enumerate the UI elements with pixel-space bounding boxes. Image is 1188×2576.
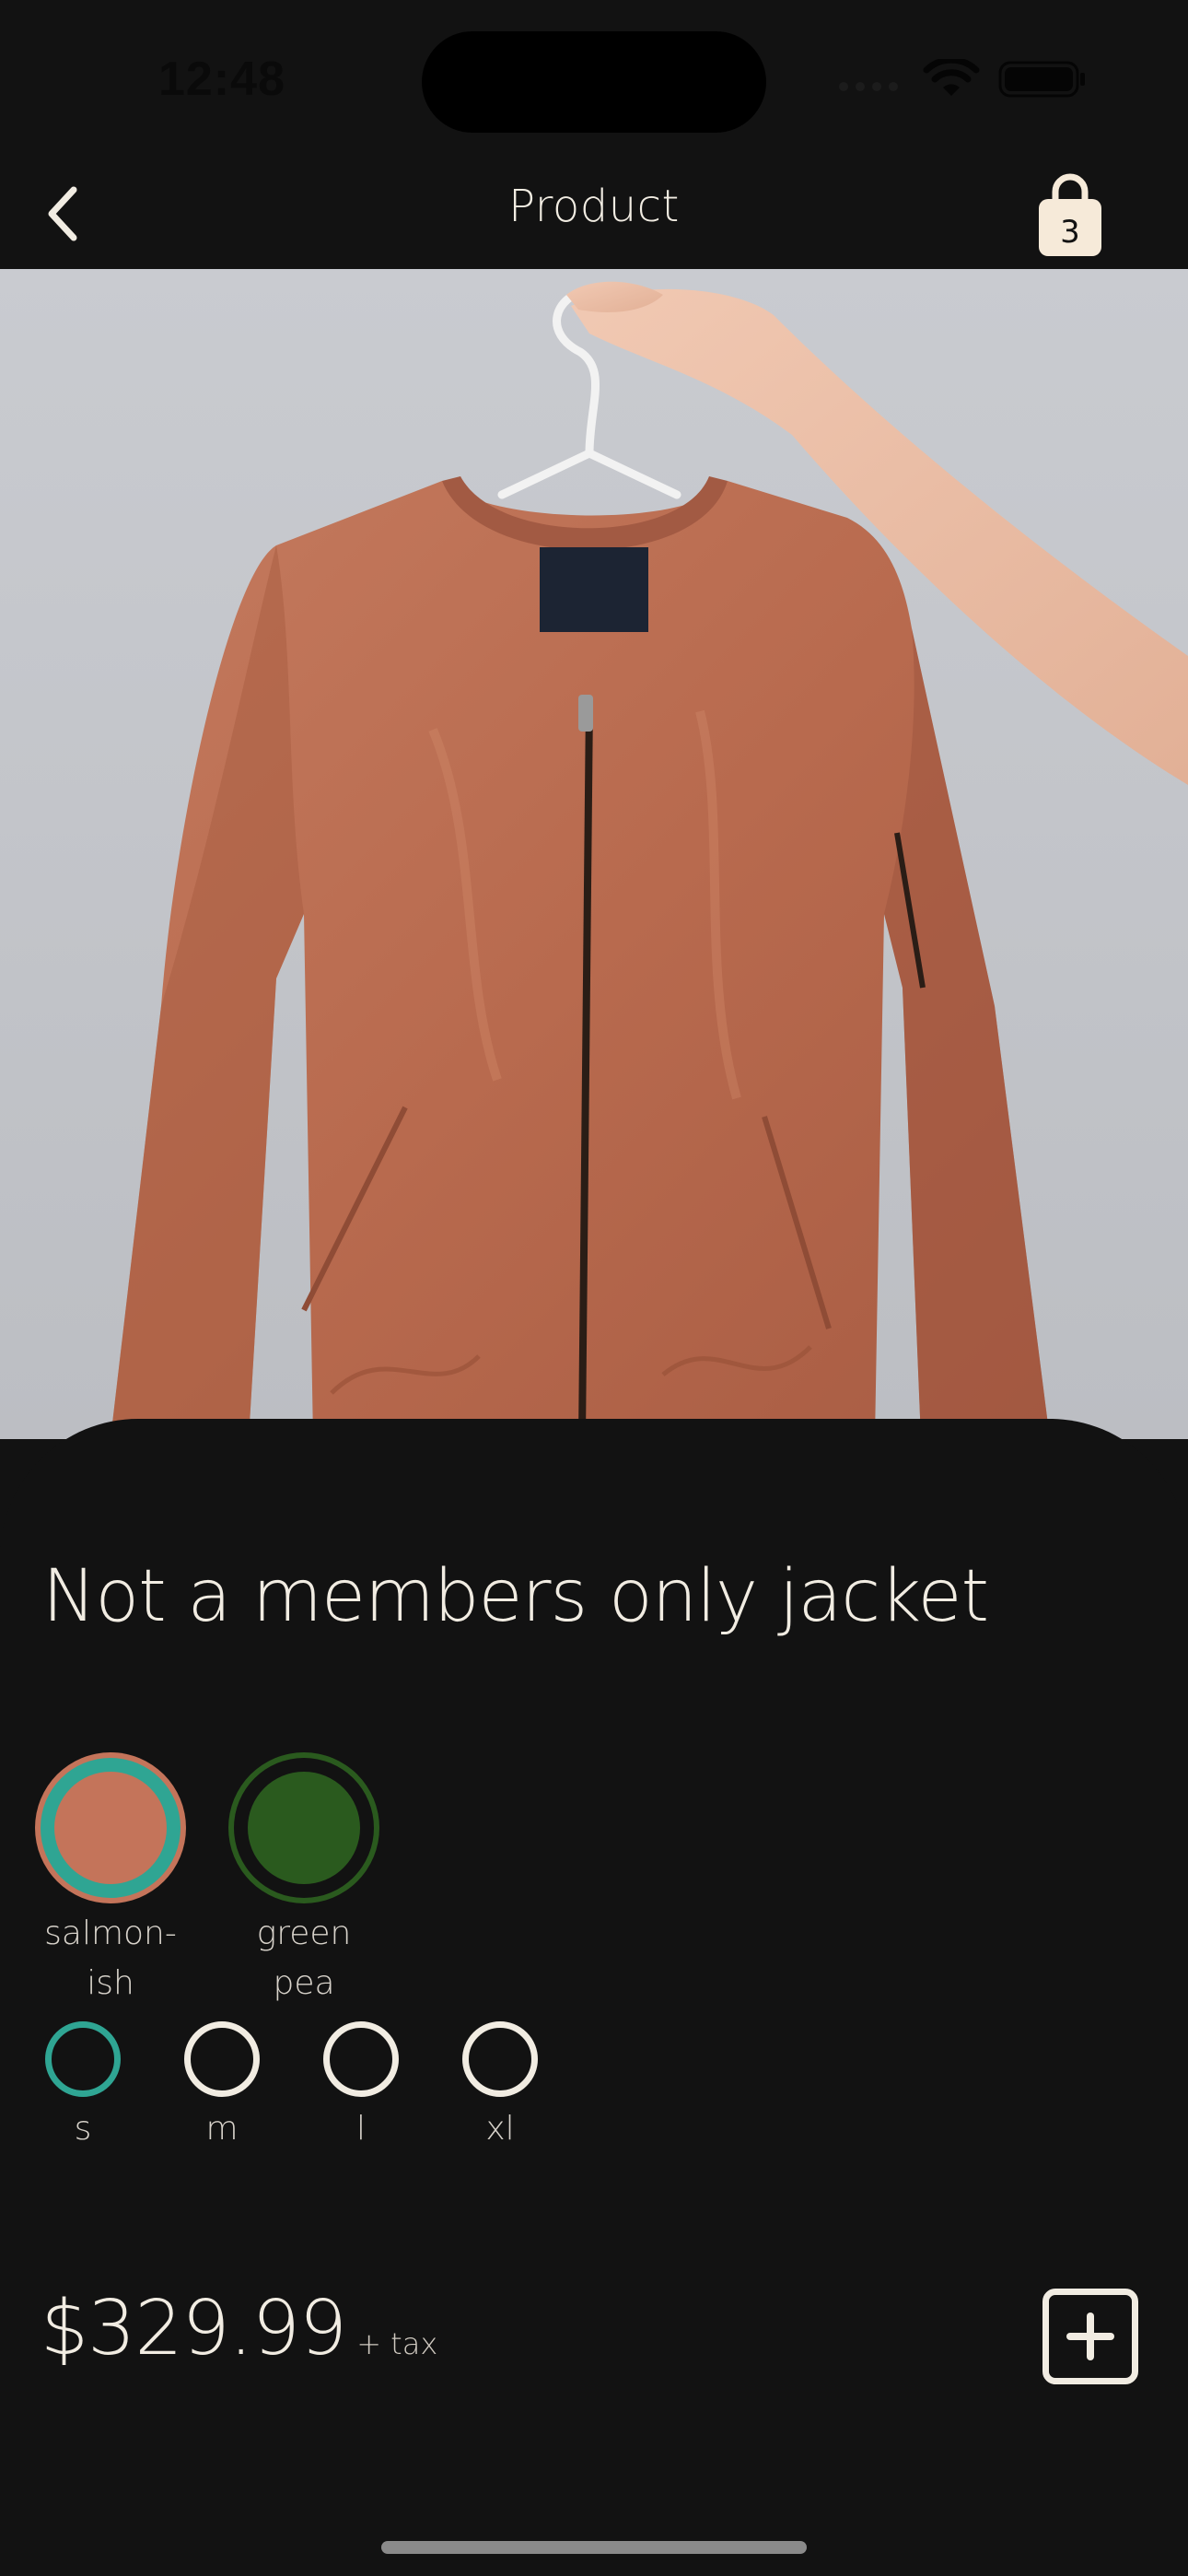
product-image (0, 269, 1188, 1439)
color-label-line1: salmon- (44, 1914, 177, 1952)
color-option-green-pea[interactable]: green pea (221, 1758, 387, 2008)
tax-note: + tax (356, 2326, 438, 2361)
cellular-signal-icon (839, 82, 898, 91)
home-indicator[interactable] (381, 2541, 807, 2554)
nav-bar: Product 3 (0, 157, 1188, 269)
size-label: m (205, 2110, 239, 2148)
size-option-xl[interactable]: xl (449, 2021, 551, 2148)
jacket-photo (0, 269, 1188, 1439)
status-bar: 12:48 (0, 0, 1188, 157)
size-label: l (355, 2110, 366, 2148)
size-radio (184, 2021, 260, 2097)
color-swatch (41, 1758, 181, 1898)
price-row: $329.99 + tax (41, 2285, 437, 2372)
size-radio (323, 2021, 399, 2097)
color-label-line2: ish (87, 1964, 134, 2002)
size-radio (45, 2021, 121, 2097)
size-option-s[interactable]: s (32, 2021, 134, 2148)
size-label: xl (485, 2110, 515, 2148)
dynamic-island (422, 31, 766, 133)
status-time: 12:48 (158, 53, 285, 106)
size-label: s (74, 2110, 92, 2148)
color-label-line2: pea (273, 1964, 335, 2002)
swatch-fill (248, 1772, 360, 1884)
color-label-line1: green (256, 1914, 352, 1952)
color-option-salmon-ish[interactable]: salmon- ish (28, 1758, 193, 2008)
color-swatch (234, 1758, 374, 1898)
size-option-m[interactable]: m (171, 2021, 273, 2148)
wifi-icon (923, 59, 980, 96)
product-screen: 12:48 Product 3 Not a members only jacke… (0, 0, 1188, 2576)
size-option-l[interactable]: l (310, 2021, 412, 2148)
battery-icon (998, 61, 1085, 98)
add-to-cart-button[interactable] (1042, 2289, 1138, 2384)
size-radio (462, 2021, 538, 2097)
cart-count-badge: 3 (1060, 214, 1080, 251)
cart-button[interactable]: 3 (1030, 170, 1111, 262)
plus-icon (1066, 2313, 1114, 2360)
swatch-fill (54, 1772, 167, 1884)
product-price: $329.99 (41, 2285, 347, 2372)
color-label: green pea (221, 1909, 387, 2008)
page-title: Product (508, 181, 680, 232)
color-label: salmon- ish (28, 1909, 193, 2008)
product-details-sheet: Not a members only jacket salmon- ish gr… (0, 1419, 1188, 2576)
product-title: Not a members only jacket (42, 1555, 989, 1638)
